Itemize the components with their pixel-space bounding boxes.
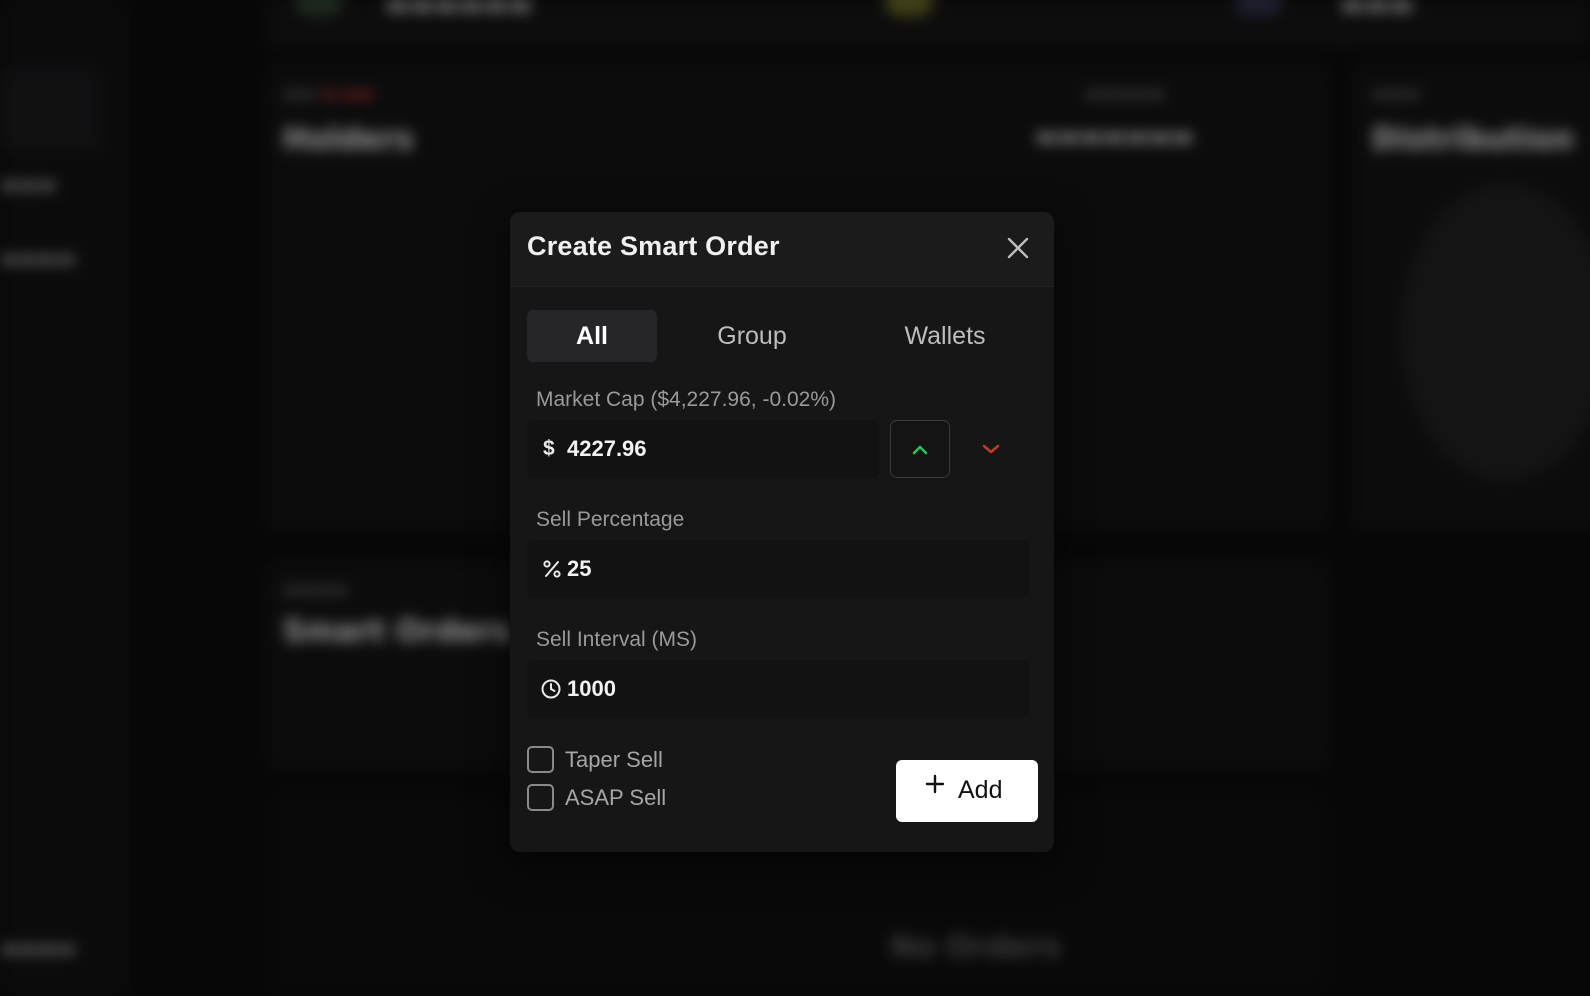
app-screen: ▬▬▬ ▬▬▬▬ ▬▬▬▬ ▬▬▬▬▬▬ ▬▬▬ ▬▬ ▬ ▬▬ Holders… <box>0 0 1590 996</box>
market-cap-label: Market Cap ($4,227.96, -0.02%) <box>536 388 836 411</box>
market-cap-input[interactable] <box>567 420 869 478</box>
market-cap-field[interactable]: $ <box>527 420 879 478</box>
add-button[interactable]: Add <box>896 760 1038 822</box>
dialog-header: Create Smart Order <box>510 212 1054 287</box>
sell-percentage-label: Sell Percentage <box>536 508 685 531</box>
checkbox-square[interactable] <box>527 784 554 811</box>
sell-percentage-input[interactable] <box>567 540 1019 598</box>
add-button-label: Add <box>958 776 1003 804</box>
create-smart-order-dialog: Create Smart Order All Group Wallets Mar… <box>510 212 1054 852</box>
dialog-title: Create Smart Order <box>527 231 780 261</box>
tab-all[interactable]: All <box>527 310 657 362</box>
dollar-prefix: $ <box>543 437 555 460</box>
close-button[interactable] <box>1002 232 1034 264</box>
sell-interval-input[interactable] <box>567 660 1019 718</box>
asap-sell-label: ASAP Sell <box>565 785 667 810</box>
sell-interval-label: Sell Interval (MS) <box>536 628 698 651</box>
percent-icon <box>543 560 561 578</box>
order-type-tabs: All Group Wallets <box>527 310 1037 362</box>
clock-icon <box>541 679 561 699</box>
sell-interval-field[interactable] <box>527 660 1029 718</box>
checkbox-square[interactable] <box>527 746 554 773</box>
plus-icon <box>925 774 945 794</box>
tab-wallets[interactable]: Wallets <box>865 310 1025 362</box>
sell-percentage-field[interactable] <box>527 540 1029 598</box>
chevron-up-icon <box>912 445 928 455</box>
market-cap-above-button[interactable] <box>890 420 950 478</box>
market-cap-below-button[interactable] <box>972 430 1010 468</box>
taper-sell-label: Taper Sell <box>565 747 663 772</box>
tab-group[interactable]: Group <box>687 310 817 362</box>
chevron-down-icon <box>982 444 1000 454</box>
close-icon <box>1007 237 1029 259</box>
